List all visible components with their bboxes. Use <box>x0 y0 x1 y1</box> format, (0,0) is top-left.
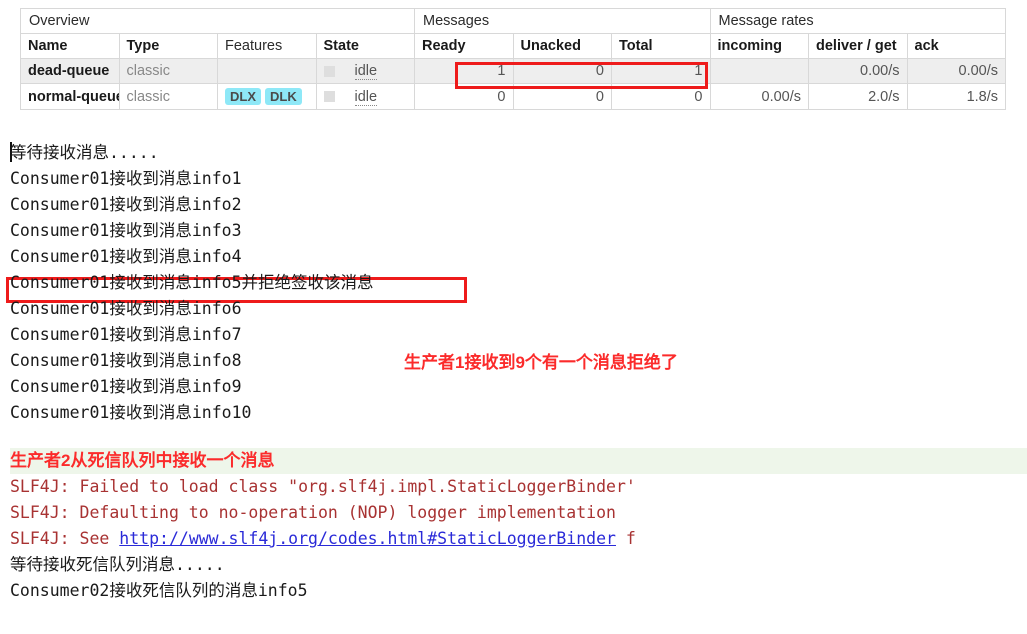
queue-state: idle <box>315 58 415 84</box>
console-line: Consumer01接收到消息info3 <box>10 221 242 240</box>
console-line: Consumer01接收到消息info10 <box>10 403 252 422</box>
feature-badge-dlx: DLX <box>225 88 261 105</box>
column-header-type[interactable]: Type <box>118 33 218 59</box>
queue-unacked: 0 <box>512 83 612 110</box>
console-line: Consumer01接收到消息info4 <box>10 247 242 266</box>
queue-unacked: 0 <box>512 58 612 84</box>
state-indicator-icon <box>323 91 335 103</box>
queue-ack: 1.8/s <box>906 83 1006 110</box>
feature-badge-dlk: DLK <box>265 88 302 105</box>
console-line: Consumer01接收到消息info9 <box>10 377 242 396</box>
table-row[interactable]: normal-queue classic DLX DLK idle 0 0 0 0… <box>20 83 1006 110</box>
slf4j-codes-link[interactable]: http://www.slf4j.org/codes.html#StaticLo… <box>119 529 616 548</box>
column-header-deliver-get[interactable]: deliver / get <box>808 33 908 59</box>
column-header-features: Features <box>217 33 317 59</box>
column-header-name[interactable]: Name <box>20 33 120 59</box>
console-line: Consumer01接收到消息info1 <box>10 169 242 188</box>
state-indicator-icon <box>323 65 335 77</box>
annotation-reject-note: 生产者1接收到9个有一个消息拒绝了 <box>404 353 678 372</box>
queue-name-link[interactable]: dead-queue <box>20 58 120 84</box>
queues-table: Overview Messages Message rates Name Typ… <box>20 8 1006 110</box>
queue-features <box>217 58 317 84</box>
console-line-rejected: Consumer01接收到消息info5并拒绝签收该消息 <box>10 273 374 292</box>
queue-incoming <box>709 58 809 84</box>
group-header-message-rates: Message rates <box>709 8 1006 34</box>
queue-state: idle <box>315 83 415 110</box>
group-header-overview: Overview <box>20 8 415 34</box>
queue-ack: 0.00/s <box>906 58 1006 84</box>
group-header-messages: Messages <box>414 8 711 34</box>
column-header-ack[interactable]: ack <box>906 33 1006 59</box>
table-group-header-row: Overview Messages Message rates <box>20 8 1006 34</box>
table-column-header-row: Name Type Features State Ready Unacked T… <box>20 33 1006 59</box>
queue-name-link[interactable]: normal-queue <box>20 83 120 110</box>
queue-ready: 0 <box>414 83 514 110</box>
console-line-slf4j-see-prefix: SLF4J: See <box>10 529 120 548</box>
state-label: idle <box>354 88 378 106</box>
console-line: 等待接收消息..... <box>10 143 159 162</box>
console-line-slf4j-failed: SLF4J: Failed to load class "org.slf4j.i… <box>10 477 636 496</box>
console-line-waiting-dead-letter: 等待接收死信队列消息..... <box>10 555 225 574</box>
column-header-incoming[interactable]: incoming <box>709 33 809 59</box>
queue-type: classic <box>118 58 218 84</box>
queue-deliver-get: 0.00/s <box>808 58 908 84</box>
console-line-slf4j-see-tail: f <box>615 529 636 548</box>
console-line: Consumer01接收到消息info2 <box>10 195 242 214</box>
queue-deliver-get: 2.0/s <box>808 83 908 110</box>
column-header-unacked[interactable]: Unacked <box>512 33 612 59</box>
queue-total: 1 <box>611 58 711 84</box>
queues-table-container: Overview Messages Message rates Name Typ… <box>20 8 1006 110</box>
queue-incoming: 0.00/s <box>709 83 809 110</box>
console-line: Consumer01接收到消息info6 <box>10 299 242 318</box>
queue-ready: 1 <box>414 58 514 84</box>
column-header-state[interactable]: State <box>315 33 415 59</box>
column-header-total[interactable]: Total <box>611 33 711 59</box>
console-line-slf4j-see: SLF4J: See http://www.slf4j.org/codes.ht… <box>10 526 1027 552</box>
queue-type: classic <box>118 83 218 110</box>
queue-total: 0 <box>611 83 711 110</box>
console-line-slf4j-defaulting: SLF4J: Defaulting to no-operation (NOP) … <box>10 503 616 522</box>
console-line-consumer02-received: Consumer02接收死信队列的消息info5 <box>10 581 308 600</box>
console-line: Consumer01接收到消息info7 <box>10 325 242 344</box>
queue-features: DLX DLK <box>217 83 317 110</box>
state-label: idle <box>354 63 378 80</box>
console-note-dead-letter-receive: 生产者2从死信队列中接收一个消息 <box>10 448 1027 474</box>
table-row[interactable]: dead-queue classic idle 1 0 1 0.00/s 0.0… <box>20 58 1006 84</box>
column-header-ready[interactable]: Ready <box>414 33 514 59</box>
